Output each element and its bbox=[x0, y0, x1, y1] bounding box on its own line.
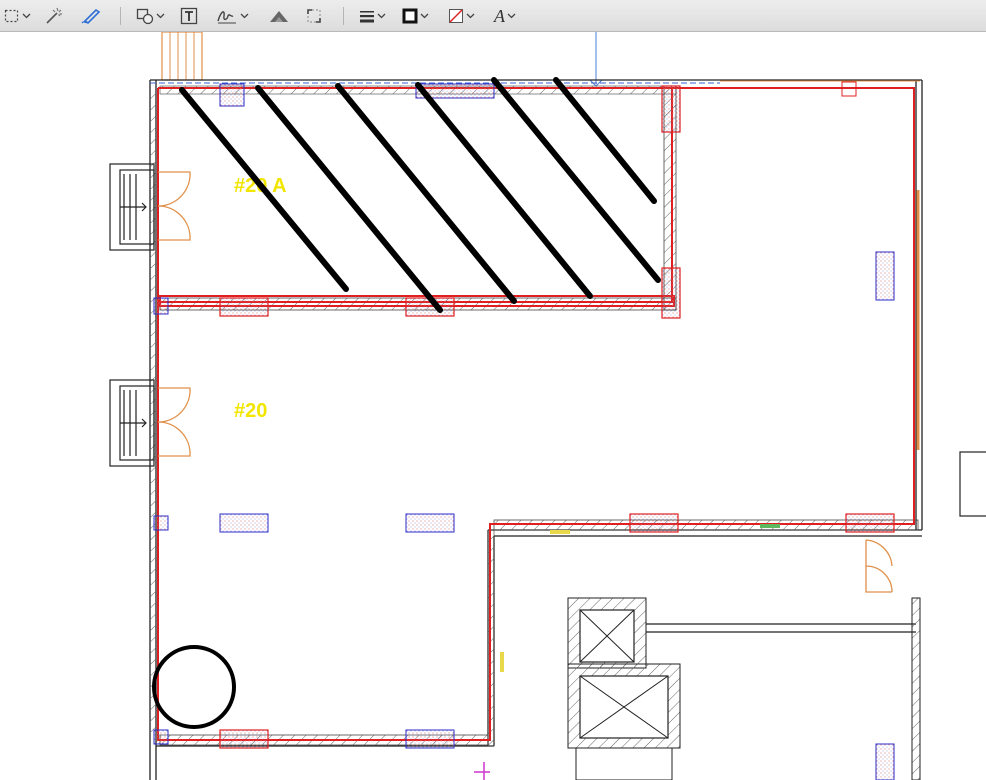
strike-line[interactable] bbox=[179, 87, 349, 292]
chevron-down-icon bbox=[420, 13, 429, 19]
strike-line[interactable] bbox=[553, 77, 657, 204]
strike-line[interactable] bbox=[335, 83, 517, 304]
border-color-button[interactable] bbox=[402, 5, 429, 27]
sketch-tool-button[interactable] bbox=[80, 5, 102, 27]
vent-shaft bbox=[161, 32, 203, 81]
magenta-symbol bbox=[474, 762, 490, 780]
room-20a-walls bbox=[159, 85, 677, 311]
strike-line[interactable] bbox=[255, 85, 443, 313]
fill-color-button[interactable] bbox=[448, 5, 475, 27]
signature-icon bbox=[217, 11, 236, 24]
magic-wand-icon bbox=[46, 7, 62, 24]
shapes-icon bbox=[136, 8, 154, 25]
resize-icon bbox=[307, 9, 321, 23]
chevron-down-icon bbox=[156, 13, 165, 19]
marker-green bbox=[760, 524, 780, 528]
text-box-icon bbox=[180, 7, 198, 25]
elevator-core bbox=[567, 451, 986, 780]
markup-toolbar: A bbox=[0, 0, 986, 32]
fill-color-icon bbox=[449, 9, 463, 23]
text-tool-button[interactable] bbox=[180, 5, 198, 27]
border-color-icon bbox=[402, 8, 418, 24]
chevron-down-icon bbox=[240, 13, 249, 19]
text-style-button[interactable]: A bbox=[494, 5, 516, 27]
circle-marker[interactable] bbox=[152, 645, 236, 729]
document-canvas[interactable]: #20 A #20 bbox=[0, 32, 986, 780]
left-stair-upper bbox=[109, 163, 155, 251]
dashed-rect-selection-icon bbox=[4, 9, 19, 23]
left-stair-lower bbox=[109, 379, 155, 467]
adjust-color-button[interactable] bbox=[268, 5, 290, 27]
line-weight-icon bbox=[360, 11, 374, 23]
instant-alpha-button[interactable] bbox=[44, 5, 64, 27]
sign-tool-button[interactable] bbox=[216, 5, 249, 27]
chevron-down-icon bbox=[466, 13, 475, 19]
pen-sketch-icon bbox=[81, 8, 101, 25]
strike-line[interactable] bbox=[415, 82, 593, 299]
toolbar-separator bbox=[120, 7, 121, 25]
adjust-size-button[interactable] bbox=[306, 5, 322, 27]
chevron-down-icon bbox=[507, 13, 516, 19]
adjust-color-icon bbox=[270, 11, 288, 22]
toolbar-separator bbox=[343, 7, 344, 25]
font-style-icon: A bbox=[494, 6, 505, 26]
shapes-tool-button[interactable] bbox=[136, 5, 165, 27]
marker-yellow bbox=[550, 530, 570, 534]
marker-yellow bbox=[500, 652, 504, 672]
chevron-down-icon bbox=[377, 13, 386, 19]
selection-tool-button[interactable] bbox=[4, 5, 31, 27]
shape-style-button[interactable] bbox=[359, 5, 386, 27]
chevron-down-icon bbox=[22, 13, 31, 19]
room-label: #20 bbox=[234, 400, 267, 422]
